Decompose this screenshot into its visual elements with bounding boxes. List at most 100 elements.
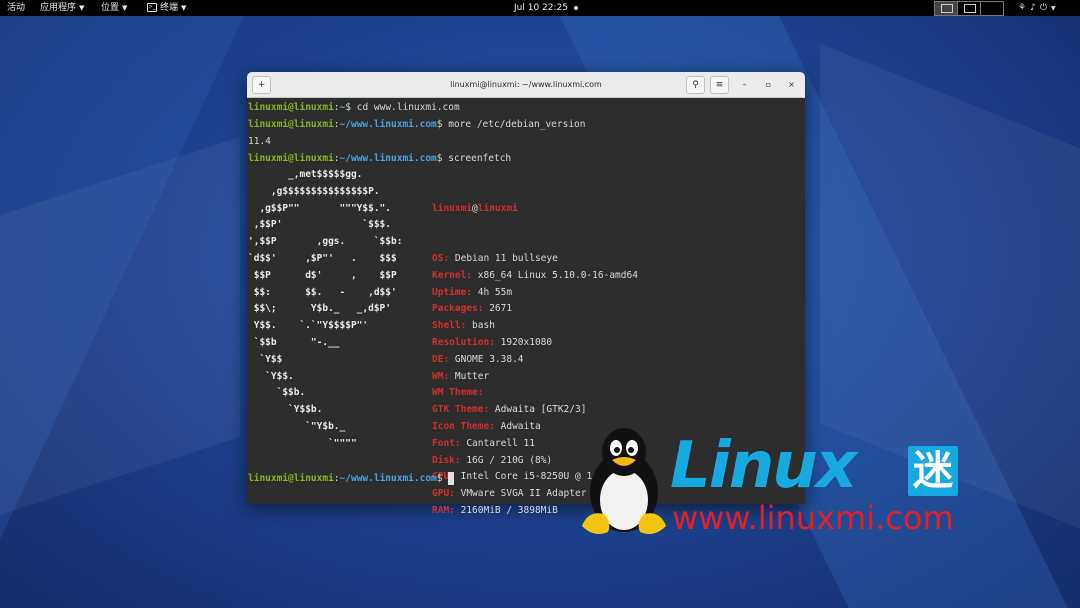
info-key: Packages: [432, 303, 490, 315]
info-key: OS: [432, 252, 455, 264]
info-value: VMware SVGA II Adapter [460, 488, 587, 500]
info-value: 2160MiB / 3898MiB [460, 504, 558, 516]
tux-penguin-icon [582, 428, 666, 534]
prompt-dollar: $ [345, 102, 357, 113]
top-bar: 活动 应用程序 ▼ 位置 ▼ >_ 终端 ▼ Jul 10 22:25 ⚘♪⏻▼ [0, 0, 1080, 16]
prompt-line: linuxmi@linuxmi:~/www.linuxmi.com$ scree… [248, 151, 511, 167]
info-line: Kernel: x86_64 Linux 5.10.0-16-amd64 [432, 268, 638, 285]
power-icon: ⏻ [1039, 3, 1051, 13]
caret-down-icon: ▼ [181, 4, 187, 12]
terminal-icon: >_ [147, 3, 157, 12]
info-line: GTK Theme: Adwaita [GTK2/3] [432, 402, 638, 419]
info-value: Mutter [454, 370, 490, 382]
system-tray[interactable]: ⚘♪⏻▼ [1018, 0, 1060, 17]
workspace-switcher[interactable] [934, 1, 1004, 16]
command-text: cd www.linuxmi.com [356, 102, 460, 113]
places-label: 位置 [101, 3, 120, 13]
info-line: Shell: bash [432, 318, 638, 335]
notification-dot-icon [573, 5, 578, 10]
minimize-button[interactable]: – [738, 78, 751, 91]
ascii-line: _,met$$$$$gg. [248, 169, 363, 180]
command-output: 11.4 [248, 136, 271, 147]
info-key: GTK Theme: [432, 404, 495, 416]
info-key: Icon Theme: [432, 420, 501, 432]
host-line: linuxmi@linuxmi [432, 201, 638, 218]
ascii-line: ,g$$P"" """Y$$.". [248, 202, 391, 214]
search-button[interactable]: ⚲ [686, 76, 705, 94]
prompt-dollar: $ [436, 119, 449, 130]
workspace-2[interactable] [958, 2, 981, 15]
prompt-user: linuxmi@linuxmi [248, 119, 334, 130]
info-value: 2671 [489, 303, 513, 315]
hamburger-menu-icon: ≡ [715, 80, 724, 90]
info-value: 4h 55m [477, 286, 513, 298]
info-key: GPU: [432, 488, 461, 500]
brand-cn-badge: 迷 [908, 446, 958, 496]
search-icon: ⚲ [692, 80, 699, 90]
clock-label: Jul 10 22:25 [514, 3, 568, 13]
applications-label: 应用程序 [40, 3, 77, 13]
network-icon: ⚘ [1018, 3, 1031, 13]
ascii-line: `Y$$ [248, 353, 283, 365]
info-line: WM: Mutter [432, 369, 638, 386]
info-value: Cantarell 11 [466, 437, 535, 449]
info-key: Disk: [432, 454, 467, 466]
prompt-line: linuxmi@linuxmi:~$ cd www.linuxmi.com [248, 100, 460, 116]
ascii-line: $$: $$. - ,d$$' [248, 286, 397, 298]
info-value: bash [472, 320, 495, 332]
host-name: linuxmi [477, 202, 518, 214]
volume-icon: ♪ [1030, 3, 1040, 13]
info-key: Resolution: [432, 336, 501, 348]
info-line: WM Theme: [432, 385, 638, 402]
title-bar[interactable]: + linuxmi@linuxmi: ~/www.linuxmi.com ⚲ ≡… [247, 72, 805, 98]
prompt-line: linuxmi@linuxmi:~/www.linuxmi.com$ more … [248, 117, 586, 133]
minimize-icon: – [742, 80, 747, 89]
info-value: Debian 11 bullseye [454, 252, 558, 264]
workspace-1[interactable] [935, 2, 958, 15]
ascii-line: `"Y$b._ [248, 420, 346, 432]
prompt-user: linuxmi@linuxmi [248, 473, 334, 484]
text-cursor [448, 472, 455, 485]
ascii-line: $$P d$' , $$P [248, 269, 397, 281]
caret-down-icon: ▼ [122, 4, 128, 12]
info-line: OS: Debian 11 bullseye [432, 251, 638, 268]
ascii-line: $$\; Y$b._ _,d$P' [248, 303, 391, 315]
close-icon: × [788, 80, 795, 89]
maximize-button[interactable]: ▫ [762, 78, 775, 91]
window-thumbnail-icon [941, 4, 953, 13]
info-value: x86_64 Linux 5.10.0-16-amd64 [477, 269, 638, 281]
prompt-path: ~/www.linuxmi.com [339, 119, 437, 130]
info-value: 16G / 210G (8%) [466, 454, 553, 466]
info-key: WM Theme: [432, 387, 490, 399]
prompt-dollar: $ [436, 473, 449, 484]
maximize-icon: ▫ [765, 80, 772, 89]
applications-menu[interactable]: 应用程序 ▼ [40, 0, 84, 16]
places-menu[interactable]: 位置 ▼ [101, 0, 127, 16]
prompt-path: ~/www.linuxmi.com [339, 153, 437, 164]
prompt-path: ~/www.linuxmi.com [339, 473, 437, 484]
info-key: DE: [432, 353, 455, 365]
command-text: screenfetch [448, 153, 512, 164]
ascii-line: `"""" [248, 437, 357, 449]
terminal-app-menu[interactable]: >_ 终端 ▼ [147, 0, 186, 16]
info-value: Adwaita [500, 420, 541, 432]
brand-wordmark: Linux [670, 429, 857, 503]
menu-button[interactable]: ≡ [710, 76, 729, 94]
prompt-line[interactable]: linuxmi@linuxmi:~/www.linuxmi.com$ [248, 471, 455, 487]
prompt-dollar: $ [436, 153, 449, 164]
info-value: 1920x1080 [500, 336, 553, 348]
close-button[interactable]: × [785, 78, 798, 91]
terminal-app-label: 终端 [160, 3, 179, 13]
info-value: GNOME 3.38.4 [454, 353, 524, 365]
info-key: Uptime: [432, 286, 478, 298]
clock[interactable]: Jul 10 22:25 [514, 0, 578, 16]
activities-button[interactable]: 活动 [7, 0, 25, 16]
ascii-line: ,g$$$$$$$$$$$$$$$P. [248, 185, 380, 197]
workspace-3[interactable] [981, 2, 1003, 15]
ascii-line: `Y$$. [248, 370, 294, 382]
ascii-line: ,$$P' `$$$. [248, 219, 391, 231]
window-thumbnail-icon [964, 4, 976, 13]
info-key: RAM: [432, 504, 461, 516]
prompt-user: linuxmi@linuxmi [248, 102, 334, 113]
info-key: Kernel: [432, 269, 478, 281]
